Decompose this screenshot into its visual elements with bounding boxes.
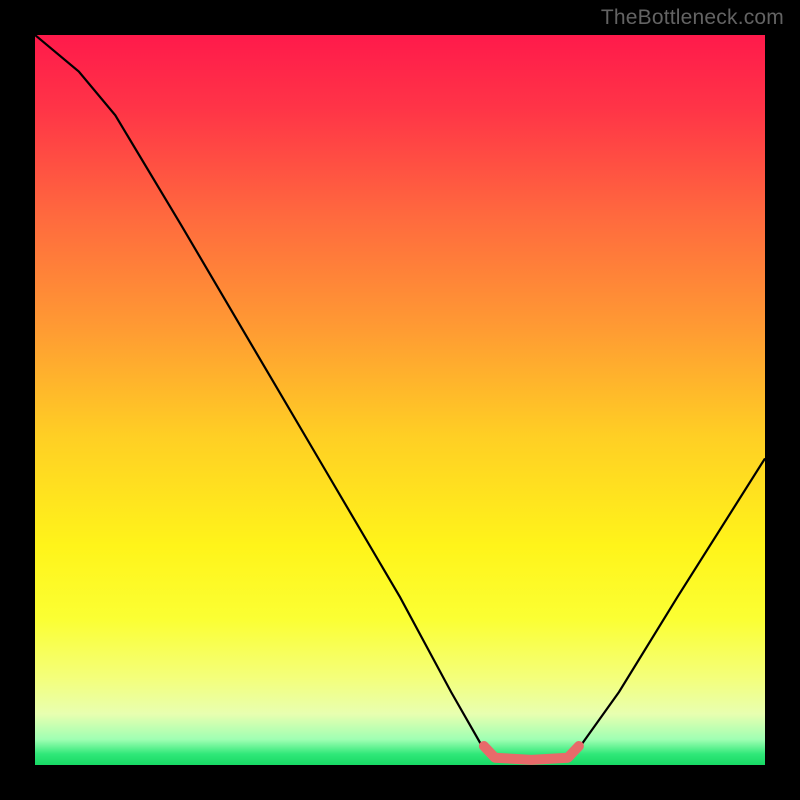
plot-area (35, 35, 765, 765)
watermark-text: TheBottleneck.com (601, 6, 784, 30)
optimal-range-marker (484, 746, 579, 760)
chart-frame: TheBottleneck.com (0, 0, 800, 800)
curve-layer (35, 35, 765, 765)
bottleneck-curve (35, 35, 765, 761)
